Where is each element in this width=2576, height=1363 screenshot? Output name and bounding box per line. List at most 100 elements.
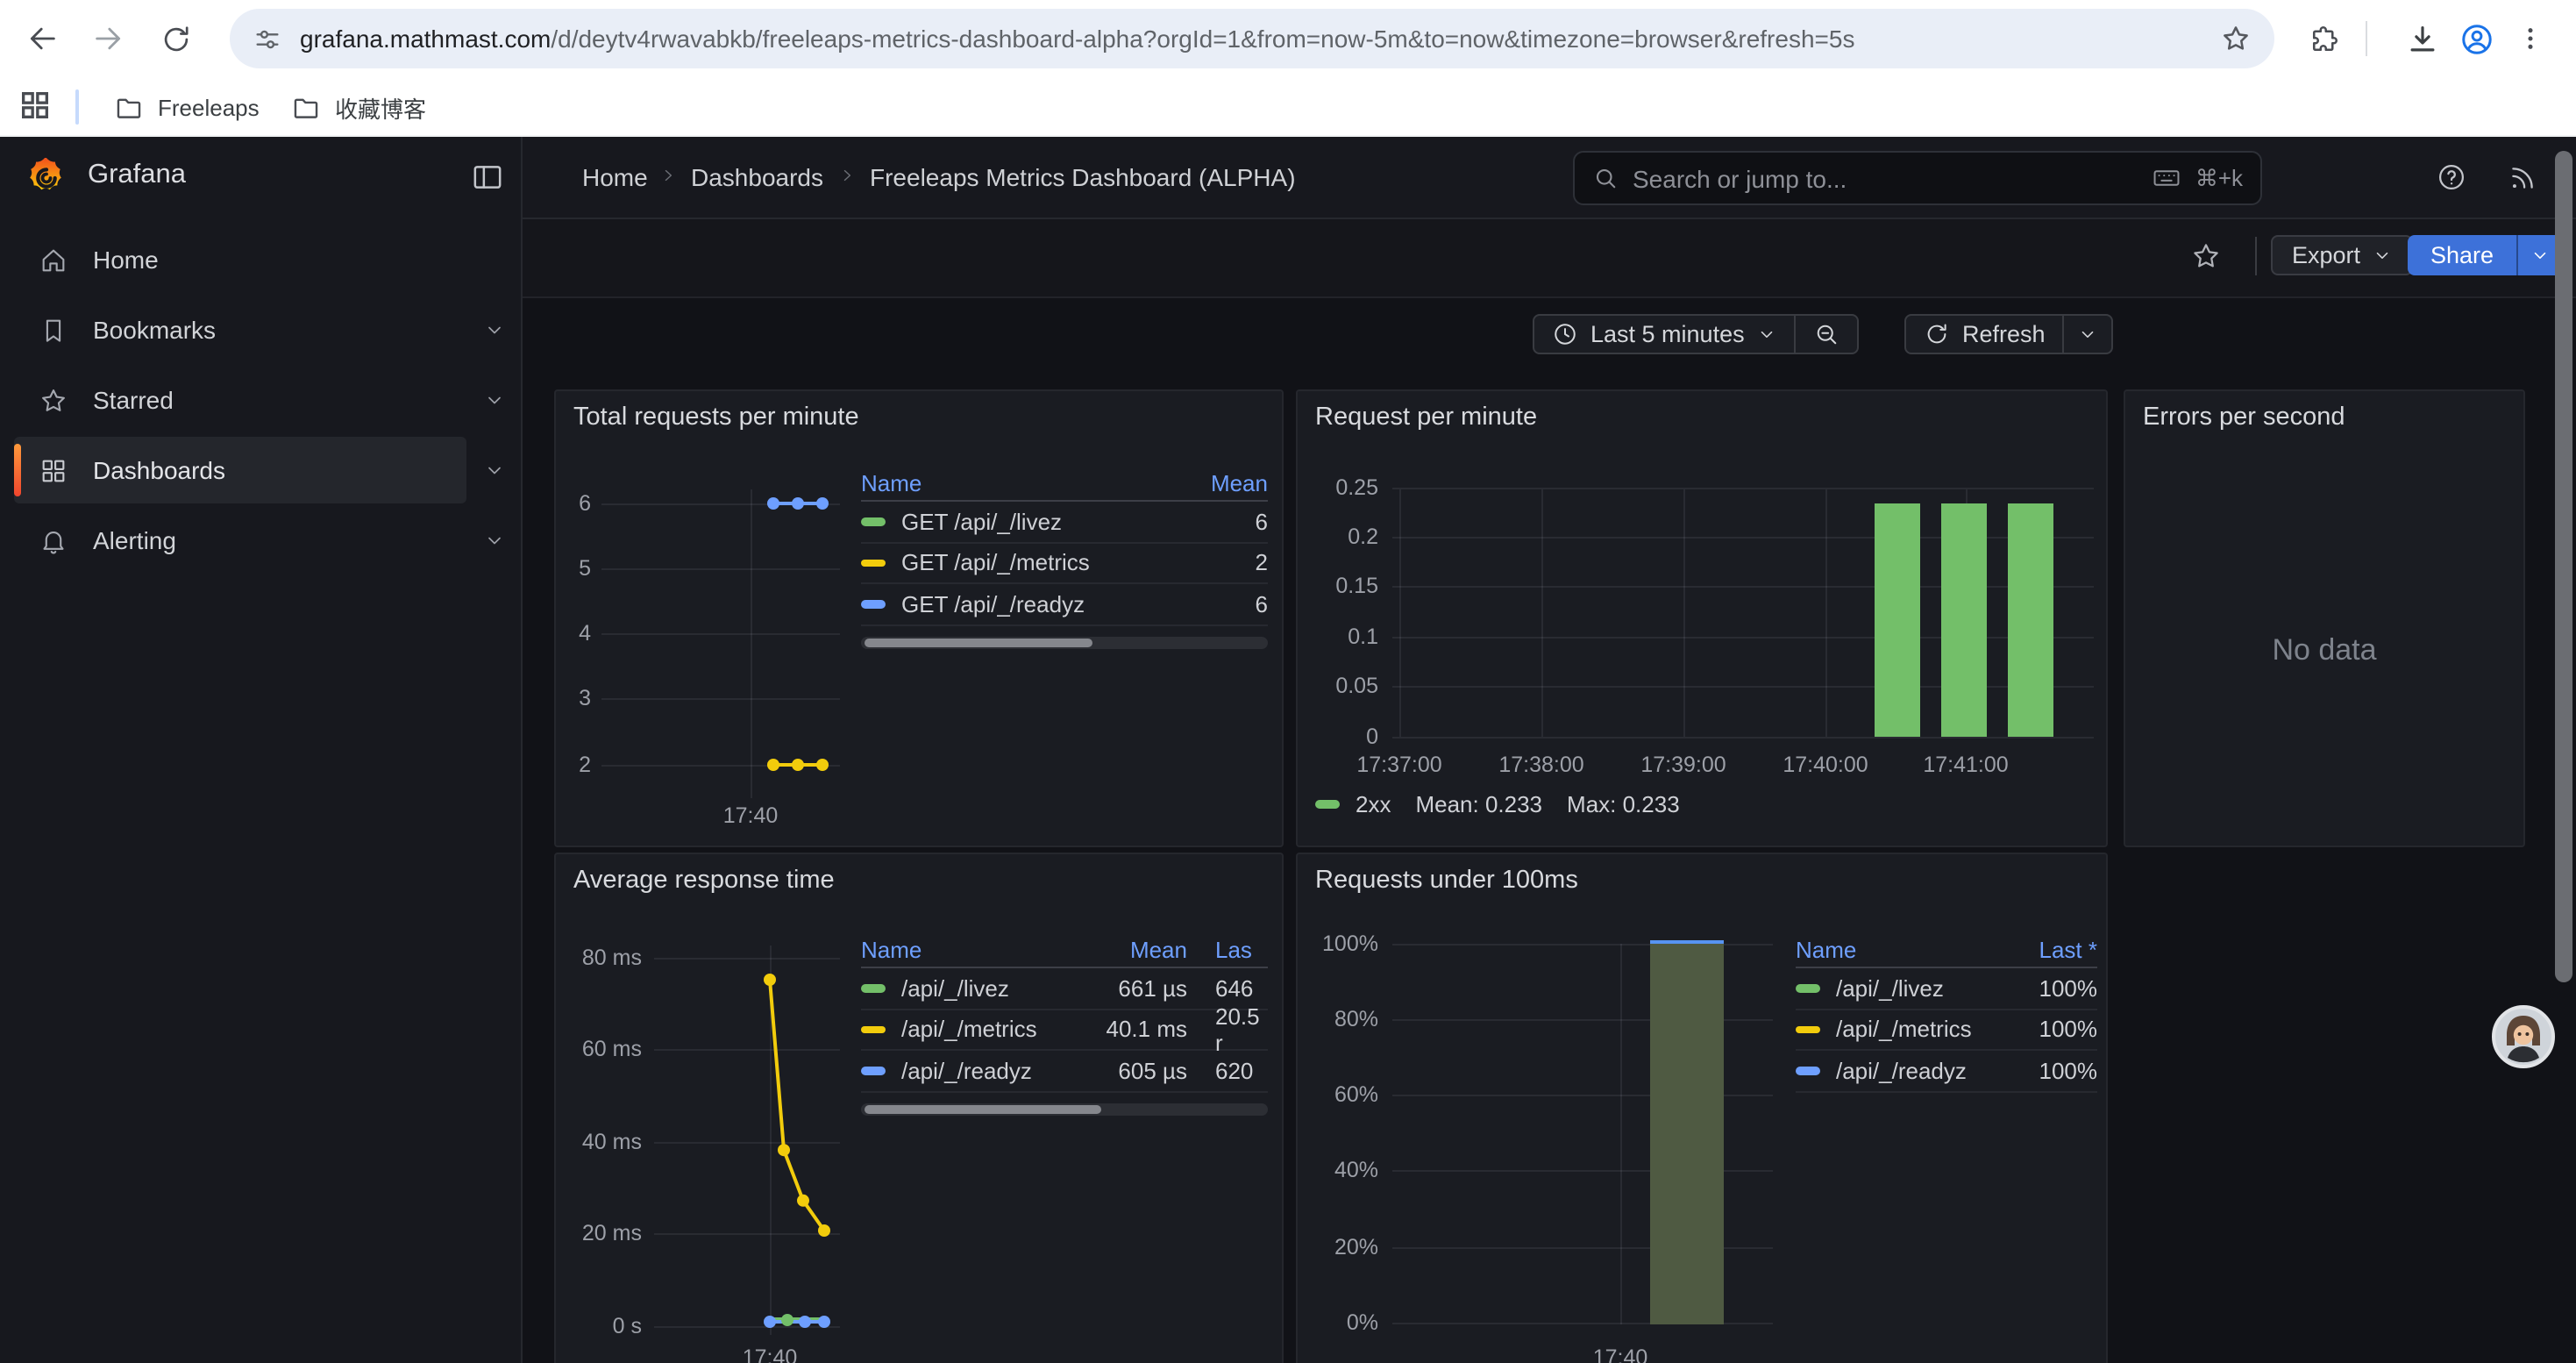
share-button[interactable]: Share bbox=[2408, 235, 2562, 275]
home-icon bbox=[39, 245, 68, 275]
floating-assistant-avatar[interactable] bbox=[2492, 1005, 2555, 1068]
bookmark-icon bbox=[39, 315, 68, 345]
series-name[interactable]: GET /api/_/livez bbox=[901, 509, 1062, 535]
breadcrumb-dashboards[interactable]: Dashboards bbox=[691, 163, 823, 191]
refresh-group: Refresh bbox=[1904, 314, 2114, 354]
series-name[interactable]: /api/_/metrics bbox=[1836, 1017, 1972, 1043]
legend-header-last[interactable]: Las bbox=[1187, 936, 1268, 962]
toolbar-divider bbox=[2255, 237, 2257, 275]
legend-header-name[interactable]: Name bbox=[861, 936, 1092, 962]
legend-scrollbar[interactable] bbox=[861, 1103, 1268, 1115]
bookmark-folder-freeleaps[interactable]: Freeleaps bbox=[100, 84, 274, 130]
help-button[interactable] bbox=[2427, 153, 2476, 202]
series-name[interactable]: /api/_/readyz bbox=[1836, 1058, 1967, 1084]
search-input[interactable]: Search or jump to... ⌘+k bbox=[1573, 151, 2262, 205]
panel-title[interactable]: Requests under 100ms bbox=[1315, 867, 1578, 895]
url-text: grafana.mathmast.com/d/deytv4rwavabkb/fr… bbox=[300, 25, 2202, 53]
series-name[interactable]: /api/_/readyz bbox=[901, 1058, 1032, 1084]
series-name[interactable]: /api/_/livez bbox=[901, 975, 1009, 1002]
legend-header-mean[interactable]: Mean bbox=[1092, 936, 1187, 962]
legend-table: NameMeanLas /api/_/livez661 µs646 /api/_… bbox=[861, 931, 1268, 1115]
refresh-icon bbox=[1924, 321, 1950, 347]
sidebar-item-label: Home bbox=[93, 246, 159, 274]
legend-header-mean[interactable]: Mean bbox=[1170, 469, 1268, 496]
sidebar-item-alerting[interactable]: Alerting bbox=[14, 507, 466, 574]
breadcrumb-home[interactable]: Home bbox=[582, 163, 648, 191]
area-fill-100pct bbox=[1650, 940, 1724, 1324]
sidebar-bookmarks-expand[interactable] bbox=[477, 296, 512, 363]
y-tick: 100% bbox=[1298, 933, 1378, 954]
sidebar: Grafana Home Bookmarks Starred bbox=[0, 137, 523, 1363]
reload-button[interactable] bbox=[149, 12, 202, 65]
dashboard-toolbar: Export Share bbox=[523, 219, 2576, 298]
sidebar-dashboards-expand[interactable] bbox=[477, 437, 512, 503]
brand-name: Grafana bbox=[88, 160, 186, 191]
series-color-pill bbox=[1796, 1067, 1820, 1074]
bookmarks-bar: Freeleaps 收藏博客 bbox=[0, 77, 2576, 137]
y-tick: 2 bbox=[556, 754, 591, 775]
sidebar-toggle-button[interactable] bbox=[470, 160, 505, 195]
extensions-button[interactable] bbox=[2299, 12, 2352, 65]
chevron-down-icon bbox=[2373, 246, 2392, 265]
sidebar-item-home[interactable]: Home bbox=[14, 226, 466, 293]
forward-button[interactable] bbox=[82, 12, 135, 65]
grafana-logo[interactable] bbox=[23, 154, 70, 202]
panel-requests-under-100ms: Requests under 100ms 100% 80% 60% 40% 20… bbox=[1296, 853, 2108, 1363]
chevron-right-icon bbox=[659, 167, 677, 184]
zoom-out-icon bbox=[1813, 321, 1839, 347]
sidebar-item-starred[interactable]: Starred bbox=[14, 367, 466, 433]
profile-button[interactable] bbox=[2450, 12, 2502, 65]
news-button[interactable] bbox=[2497, 153, 2546, 202]
bookmark-folder-blogs[interactable]: 收藏博客 bbox=[277, 84, 440, 130]
series-name[interactable]: GET /api/_/readyz bbox=[901, 591, 1085, 617]
breadcrumb-current[interactable]: Freeleaps Metrics Dashboard (ALPHA) bbox=[870, 163, 1296, 191]
sidebar-alerting-expand[interactable] bbox=[477, 507, 512, 574]
apps-button[interactable] bbox=[18, 88, 53, 123]
search-shortcut: ⌘+k bbox=[2195, 164, 2243, 192]
series-color-pill bbox=[861, 559, 886, 567]
time-range-picker[interactable]: Last 5 minutes bbox=[1534, 316, 1794, 353]
back-button[interactable] bbox=[16, 12, 68, 65]
screen: grafana.mathmast.com/d/deytv4rwavabkb/fr… bbox=[0, 0, 2576, 1363]
sidebar-item-label: Bookmarks bbox=[93, 316, 216, 344]
series-color-pill bbox=[1796, 1025, 1820, 1033]
y-tick: 0 bbox=[1298, 725, 1378, 746]
bookmark-star-icon[interactable] bbox=[2220, 23, 2252, 54]
legend-header-name[interactable]: Name bbox=[861, 469, 1170, 496]
bar-2xx bbox=[2008, 503, 2053, 737]
address-bar[interactable]: grafana.mathmast.com/d/deytv4rwavabkb/fr… bbox=[230, 9, 2274, 68]
series-name[interactable]: /api/_/metrics bbox=[901, 1017, 1037, 1043]
sidebar-starred-expand[interactable] bbox=[477, 367, 512, 433]
export-button[interactable]: Export bbox=[2271, 235, 2413, 275]
legend-header-name[interactable]: Name bbox=[1796, 936, 2010, 962]
refresh-interval-button[interactable] bbox=[2065, 316, 2112, 353]
download-icon bbox=[2405, 22, 2438, 55]
legend-header-last[interactable]: Last * bbox=[2010, 936, 2097, 962]
browser-menu-button[interactable] bbox=[2504, 12, 2557, 65]
refresh-button[interactable]: Refresh bbox=[1906, 316, 2063, 353]
series-name[interactable]: /api/_/livez bbox=[1836, 975, 1944, 1002]
sidebar-item-dashboards[interactable]: Dashboards bbox=[14, 437, 466, 503]
sidebar-item-bookmarks[interactable]: Bookmarks bbox=[14, 296, 466, 363]
panel-title[interactable]: Total requests per minute bbox=[573, 403, 859, 432]
series-name[interactable]: 2xx bbox=[1356, 791, 1391, 817]
dashboards-grid-icon bbox=[39, 455, 68, 485]
zoom-out-time-button[interactable] bbox=[1796, 316, 1857, 353]
legend-row: /api/_/readyz605 µs620 bbox=[861, 1051, 1268, 1092]
downloads-button[interactable] bbox=[2395, 12, 2448, 65]
y-tick: 6 bbox=[556, 493, 591, 514]
series-name[interactable]: GET /api/_/metrics bbox=[901, 550, 1090, 576]
panel-total-requests: Total requests per minute 6 5 4 3 2 17:4… bbox=[554, 389, 1284, 847]
panel-title[interactable]: Request per minute bbox=[1315, 403, 1537, 432]
y-tick: 0.15 bbox=[1298, 575, 1378, 596]
panel-title[interactable]: Errors per second bbox=[2143, 403, 2345, 432]
panel-errors-per-second: Errors per second No data bbox=[2124, 389, 2525, 847]
page-scrollbar[interactable] bbox=[2555, 151, 2572, 982]
legend-scrollbar[interactable] bbox=[861, 636, 1268, 648]
bar-2xx bbox=[1875, 503, 1920, 737]
favorite-dashboard-button[interactable] bbox=[2181, 223, 2231, 289]
series-color-pill bbox=[861, 1025, 886, 1033]
chevron-down-icon bbox=[2079, 325, 2098, 344]
help-icon bbox=[2436, 161, 2467, 193]
bell-icon bbox=[39, 525, 68, 555]
